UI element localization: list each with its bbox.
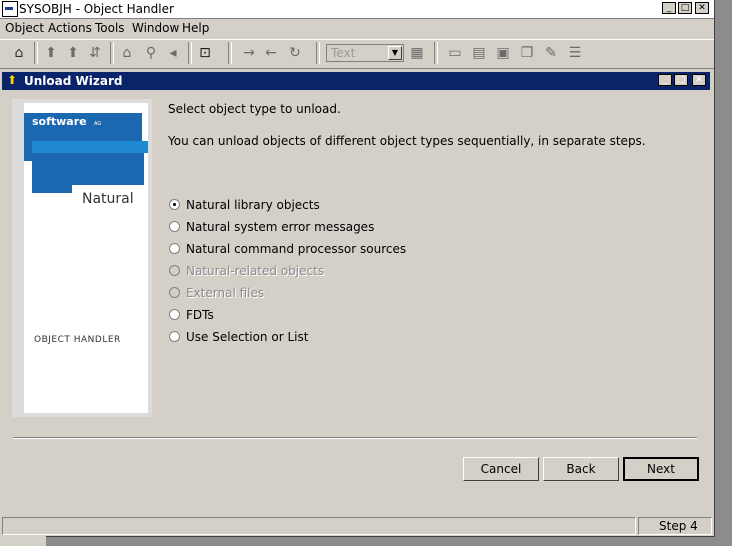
product-name: Natural: [82, 191, 134, 207]
divider: [13, 437, 697, 439]
close-button[interactable]: ✕: [695, 2, 709, 14]
save-icon[interactable]: ▣: [494, 43, 512, 63]
wizard-titlebar: ⬆ Unload Wizard _ □ ✕: [2, 72, 710, 90]
menu-tools[interactable]: Tools: [95, 21, 125, 35]
cancel-button[interactable]: Cancel: [463, 457, 539, 481]
radio-button[interactable]: [169, 243, 180, 254]
next-button[interactable]: Next: [623, 457, 699, 481]
toolbar-separator: [316, 42, 320, 64]
filter-icon[interactable]: ▦: [408, 43, 426, 63]
toolbar-separator: [188, 42, 192, 64]
upload-arrow-icon: ⬆: [6, 73, 18, 87]
edit-icon[interactable]: ✎: [542, 43, 560, 63]
load-icon[interactable]: ⬆: [64, 43, 82, 63]
find-icon[interactable]: ⚲: [142, 43, 160, 63]
wizard-description: You can unload objects of different obje…: [168, 134, 646, 148]
home-icon[interactable]: ⌂: [10, 43, 28, 63]
radio-button[interactable]: [169, 221, 180, 232]
status-message: [2, 517, 636, 535]
scan-icon[interactable]: ⇵: [86, 43, 104, 63]
app-icon[interactable]: [2, 1, 18, 17]
branding-panel: software AG Natural OBJECT HANDLER: [12, 99, 152, 417]
status-step: Step 4: [638, 517, 712, 535]
toolbar-separator: [110, 42, 114, 64]
print-icon[interactable]: ⌂: [118, 43, 136, 63]
wizard-close-button[interactable]: ✕: [692, 74, 706, 86]
maximize-button[interactable]: □: [678, 2, 692, 14]
menu-help[interactable]: Help: [182, 21, 209, 35]
panel-caption: OBJECT HANDLER: [34, 335, 121, 345]
status-bar: Step 4: [0, 516, 714, 536]
forward-icon[interactable]: →: [240, 43, 258, 63]
text-combo-value: Text: [331, 46, 356, 60]
taskbar-fragment: [0, 536, 46, 546]
radio-button[interactable]: [169, 309, 180, 320]
back-arrow-icon[interactable]: ◂: [164, 43, 182, 63]
toolbar-separator: [434, 42, 438, 64]
window-title: SYSOBJH - Object Handler: [19, 2, 174, 16]
toolbar: ⌂ ⬆ ⬆ ⇵ ⌂ ⚲ ◂ ⊡ → ← ↻ Text ▼ ▦ ▭ ▤ ▣ ❐ ✎…: [0, 39, 714, 69]
wizard-prompt: Select object type to unload.: [168, 102, 341, 116]
step-indicator: Step 4: [659, 519, 698, 533]
wizard-icon[interactable]: ⊡: [196, 43, 214, 63]
menu-actions[interactable]: Actions: [48, 21, 92, 35]
radio-button[interactable]: [169, 199, 180, 210]
wizard-minimize-button[interactable]: _: [658, 74, 672, 86]
menu-object[interactable]: Object: [5, 21, 44, 35]
radio-button: [169, 265, 180, 276]
software-ag-logo: software: [32, 115, 87, 128]
wizard-maximize-button[interactable]: □: [674, 74, 688, 86]
text-combo[interactable]: Text ▼: [326, 44, 404, 62]
radio-button[interactable]: [169, 331, 180, 342]
minimize-button[interactable]: _: [662, 2, 676, 14]
radio-button: [169, 287, 180, 298]
toolbar-separator: [34, 42, 38, 64]
window-titlebar: SYSOBJH - Object Handler _ □ ✕: [0, 0, 714, 19]
back-button[interactable]: Back: [543, 457, 619, 481]
menu-window[interactable]: Window: [132, 21, 179, 35]
copy-icon[interactable]: ❐: [518, 43, 536, 63]
chevron-down-icon[interactable]: ▼: [388, 46, 402, 60]
wizard-body: software AG Natural OBJECT HANDLER Selec…: [2, 91, 710, 514]
application-window: SYSOBJH - Object Handler _ □ ✕ Object Ac…: [0, 0, 715, 537]
logo-suffix: AG: [94, 121, 102, 127]
list-icon[interactable]: ☰: [566, 43, 584, 63]
refresh-icon[interactable]: ↻: [286, 43, 304, 63]
open-folder-icon[interactable]: ▭: [446, 43, 464, 63]
new-file-icon[interactable]: ▤: [470, 43, 488, 63]
menu-bar: Object Actions Tools Window Help: [0, 19, 714, 37]
toolbar-separator: [228, 42, 232, 64]
backward-icon[interactable]: ←: [262, 43, 280, 63]
unload-icon[interactable]: ⬆: [42, 43, 60, 63]
wizard-title: Unload Wizard: [24, 74, 123, 88]
